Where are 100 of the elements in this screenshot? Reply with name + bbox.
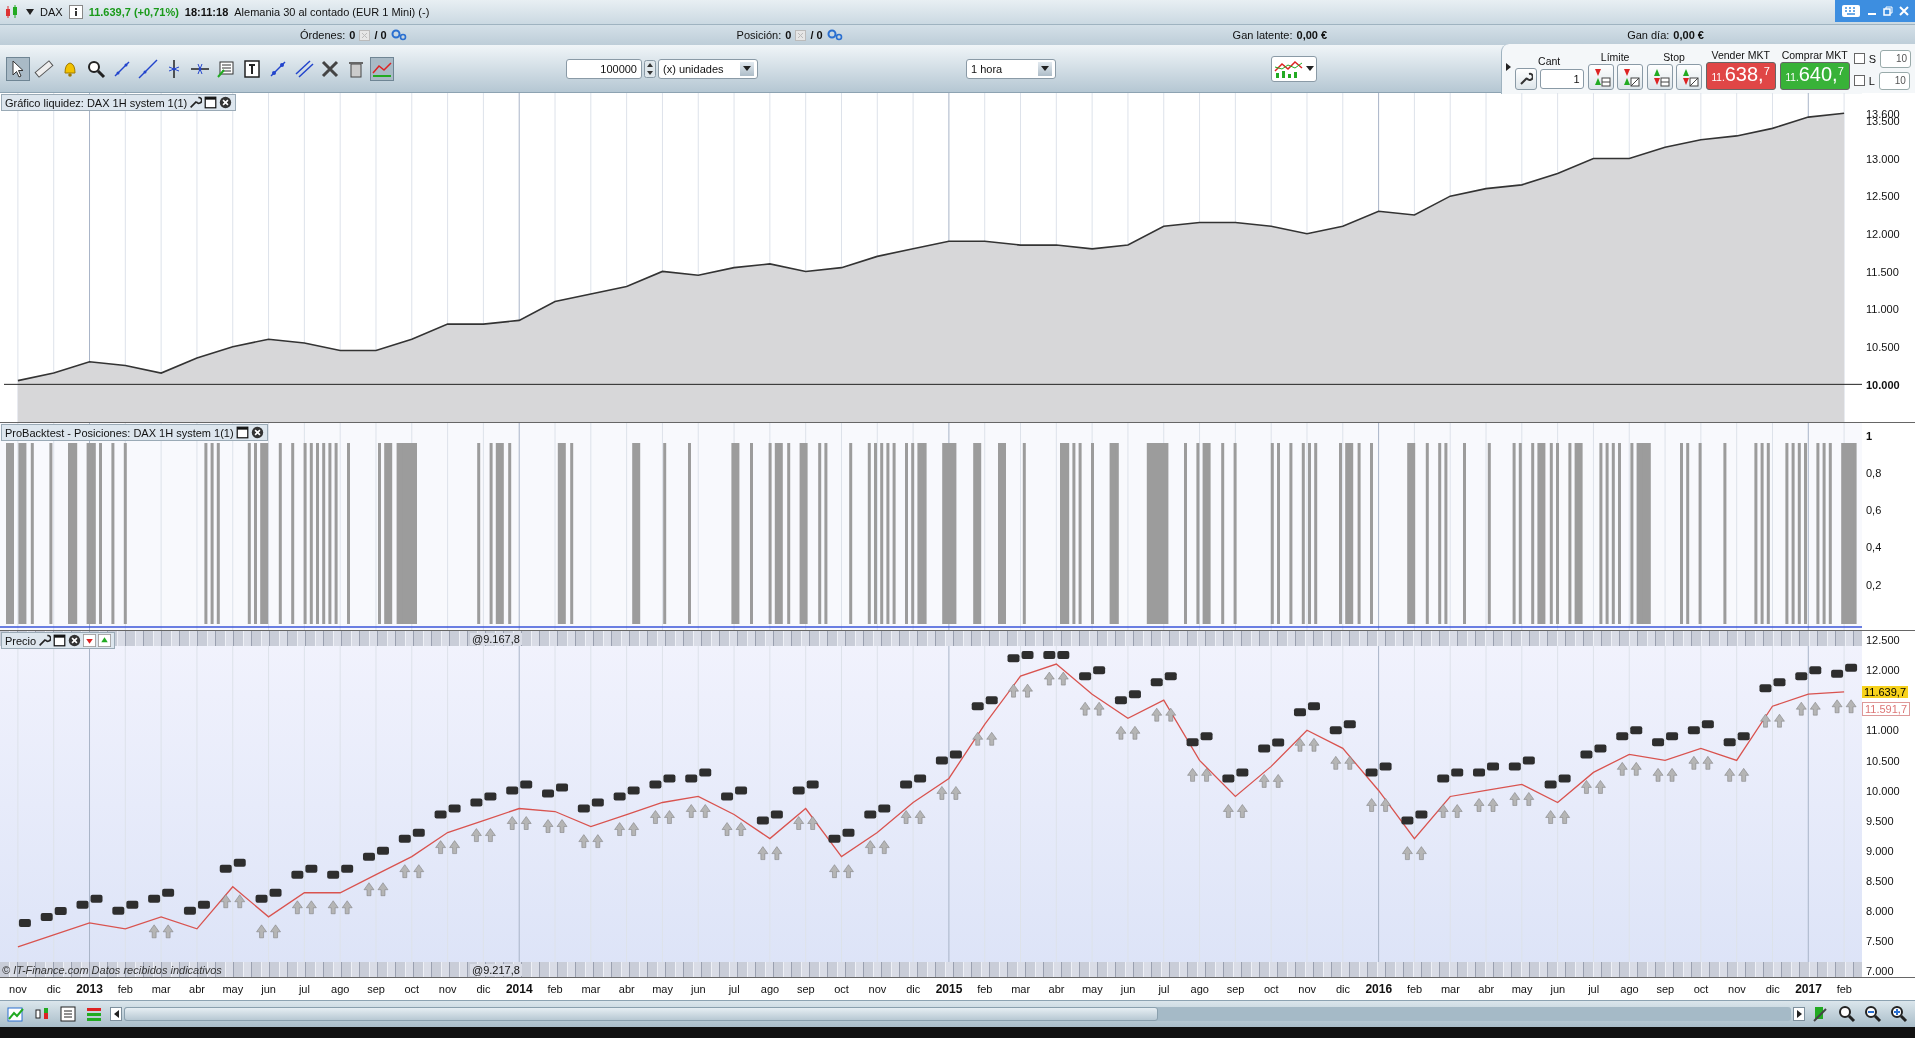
time-axis-label: may xyxy=(1080,982,1104,998)
account-value: 0,00 € xyxy=(1296,29,1328,42)
axis-tick-label: 1 xyxy=(1866,429,1873,442)
time-axis-label: dic xyxy=(1334,982,1351,998)
axis-tick-label: 11.500 xyxy=(1866,265,1899,278)
axis-tick-label: 10.500 xyxy=(1866,340,1900,353)
time-axis-label: 2016 xyxy=(1364,981,1394,999)
time-axis-label: jun xyxy=(1119,982,1137,998)
axis-tick-label: 0,4 xyxy=(1866,541,1882,554)
price-change: 11.639,7 (+0,71%) xyxy=(88,5,179,18)
time-axis-label: dic xyxy=(475,982,492,998)
limit-label: Límite xyxy=(1600,50,1630,63)
quantity-field[interactable]: 100000 xyxy=(566,58,642,79)
axis-tick-label: 8.500 xyxy=(1866,874,1894,887)
axis-tick-label: 0,2 xyxy=(1866,578,1882,591)
axis-tick-label: 10.500 xyxy=(1866,754,1900,767)
time-axis-label: ago xyxy=(330,982,351,998)
option-label: L xyxy=(1868,74,1875,87)
time-axis-label: abr xyxy=(188,982,206,998)
price-tag: 11.639,7 xyxy=(1862,685,1908,698)
time-axis-label: 2017 xyxy=(1794,981,1823,999)
time-axis-label: dic xyxy=(45,982,62,998)
time-axis-label: jun xyxy=(1549,982,1567,998)
quantity-input[interactable]: 1 xyxy=(1539,68,1584,89)
time-axis-label: sep xyxy=(1655,982,1676,998)
axis-tick-label: 7.000 xyxy=(1866,965,1894,978)
time-axis-label: 2014 xyxy=(504,981,534,999)
time-axis-label: ago xyxy=(1619,982,1640,998)
account-value: 0 xyxy=(349,29,356,42)
axis-tick-label: 0,6 xyxy=(1866,504,1882,517)
time-axis-label: 2015 xyxy=(934,981,964,999)
market-order-label: Vender MKT xyxy=(1711,48,1770,61)
time-axis-label: nov xyxy=(867,982,888,998)
time-axis-label: feb xyxy=(1835,982,1853,998)
option-value-field[interactable]: 10 xyxy=(1878,71,1910,90)
axis-tick-label: 0,8 xyxy=(1866,466,1882,479)
account-total: / 0 xyxy=(374,29,387,42)
axis-tick-label: 13.000 xyxy=(1866,152,1900,165)
axis-tick-label: 9.000 xyxy=(1866,844,1894,857)
unit-dropdown[interactable]: (x) unidades xyxy=(658,58,758,79)
account-label: Gan latente: xyxy=(1232,29,1293,42)
account-label: Órdenes: xyxy=(300,29,346,42)
time-axis-label: feb xyxy=(116,982,134,998)
time-axis-label: sep xyxy=(366,982,386,998)
axis-tick-label: 12.000 xyxy=(1866,227,1900,240)
symbol-label: DAX xyxy=(40,5,63,18)
time-axis-label: nov xyxy=(437,982,458,998)
time-axis-label: sep xyxy=(795,982,816,998)
time-axis-label: mar xyxy=(150,982,172,998)
time-axis-label: jul xyxy=(297,982,311,998)
time-axis-label: mar xyxy=(1439,982,1461,998)
option-label: S xyxy=(1868,52,1876,65)
time-axis-label: jun xyxy=(689,982,707,998)
panel-title: Gráfico liquidez: DAX 1H system 1(1) xyxy=(5,96,188,109)
time-axis-label: nov xyxy=(1727,982,1747,998)
time-label: 18:11:18 xyxy=(184,5,229,18)
time-axis-label: nov xyxy=(8,982,28,998)
time-axis-label: abr xyxy=(617,982,636,998)
axis-tick-label: 9.500 xyxy=(1866,814,1894,827)
trade-label: @9.167,8 xyxy=(470,632,522,645)
time-axis-label: dic xyxy=(905,982,922,998)
time-axis-label: oct xyxy=(1692,982,1710,998)
panel-title: ProBacktest - Posiciones: DAX 1H system 1(1) xyxy=(5,426,234,439)
axis-tick-label: 12.000 xyxy=(1866,664,1900,677)
time-axis-label: feb xyxy=(976,982,994,998)
time-axis-label: oct xyxy=(833,982,850,998)
time-axis-label: abr xyxy=(1047,982,1066,998)
axis-tick-label: 10.000 xyxy=(1866,378,1900,391)
time-axis-label: 2013 xyxy=(75,981,104,999)
account-total: / 0 xyxy=(810,29,823,42)
quantity-label: Cant xyxy=(1538,54,1561,67)
time-axis-label: nov xyxy=(1297,982,1318,998)
axis-tick-label: 11.000 xyxy=(1866,303,1899,316)
stop-label: Stop xyxy=(1663,50,1685,63)
time-axis-label: ago xyxy=(1189,982,1210,998)
time-axis-label: feb xyxy=(1405,982,1424,998)
time-axis-label: jul xyxy=(727,982,741,998)
time-axis-label: feb xyxy=(546,982,564,998)
time-axis-label: jun xyxy=(260,982,277,998)
instrument-description: Alemania 30 al contado (EUR 1 Mini) (-) xyxy=(234,5,430,18)
time-axis-label: mar xyxy=(1010,982,1032,998)
time-axis-label: ago xyxy=(759,982,781,998)
time-axis-label: jul xyxy=(1587,982,1601,998)
time-axis-label: may xyxy=(651,982,674,998)
time-axis-label: may xyxy=(1510,982,1534,998)
account-value: 0,00 € xyxy=(1673,29,1704,42)
time-axis-label: abr xyxy=(1477,982,1496,998)
market-order-label: Comprar MKT xyxy=(1781,48,1848,61)
time-axis-label: oct xyxy=(1263,982,1280,998)
axis-tick-label: 11.000 xyxy=(1866,724,1899,737)
option-value-field[interactable]: 10 xyxy=(1880,49,1911,68)
account-value: 0 xyxy=(785,29,792,42)
axis-tick-label: 12.500 xyxy=(1866,634,1900,647)
time-axis-label: dic xyxy=(1764,982,1781,998)
time-axis-label: mar xyxy=(580,982,602,998)
timeframe-dropdown[interactable]: 1 hora xyxy=(966,58,1056,79)
time-axis-label: oct xyxy=(403,982,421,998)
time-axis-label: sep xyxy=(1225,982,1246,998)
account-label: Gan día: xyxy=(1627,29,1670,42)
time-axis-label: jul xyxy=(1157,982,1171,998)
